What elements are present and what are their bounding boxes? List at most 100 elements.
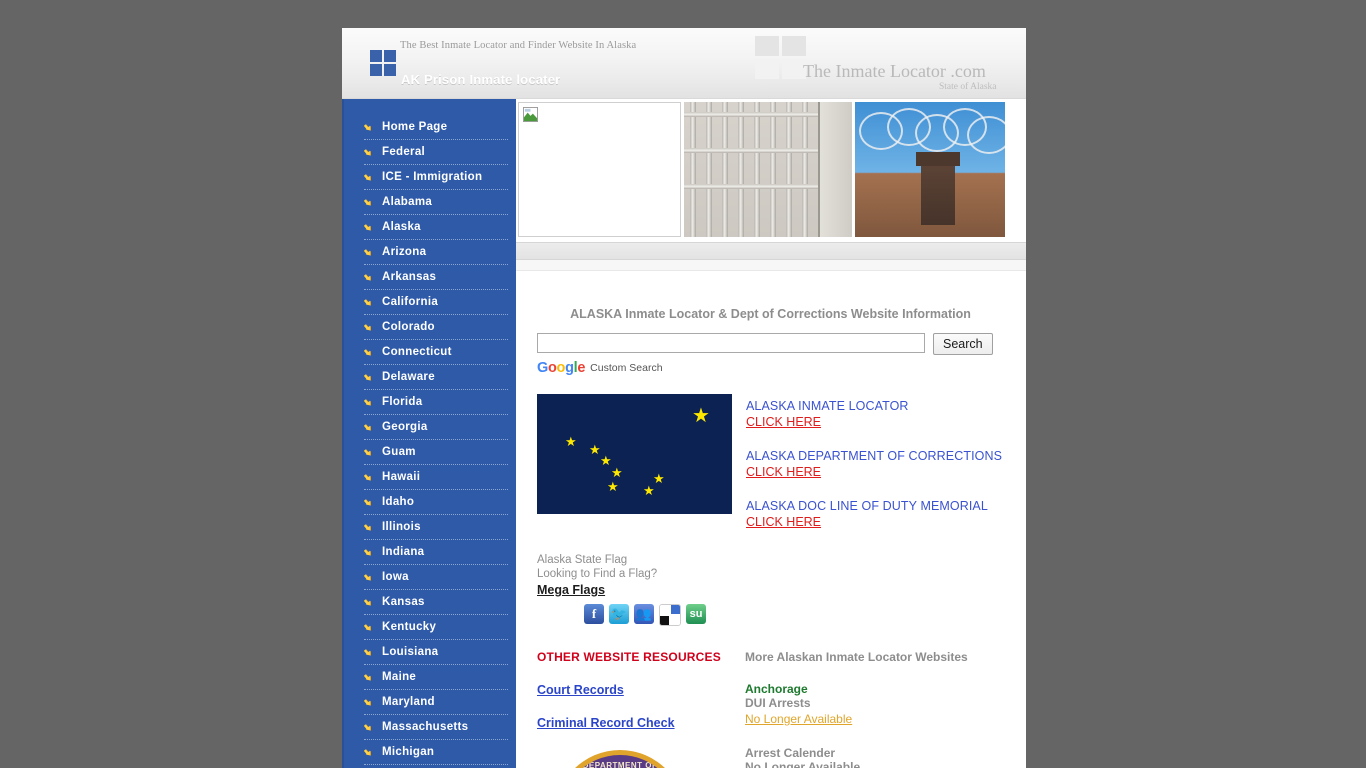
arrow-bullet-icon bbox=[364, 221, 376, 233]
sidebar-item-arkansas[interactable]: Arkansas bbox=[364, 265, 508, 290]
arrow-bullet-icon bbox=[364, 446, 376, 458]
banner-strip bbox=[516, 99, 1026, 241]
site-logo-grid-icon bbox=[370, 50, 396, 76]
cell-bars-graphic bbox=[684, 102, 852, 237]
link-title: ALASKA DOC LINE OF DUTY MEMORIAL bbox=[746, 499, 988, 513]
main-content: ALASKA Inmate Locator & Dept of Correcti… bbox=[516, 99, 1026, 768]
custom-search-label: Custom Search bbox=[590, 362, 663, 374]
search-row: Search bbox=[537, 333, 1026, 355]
sidebar-item-label: California bbox=[382, 296, 439, 308]
sidebar-item-maine[interactable]: Maine bbox=[364, 665, 508, 690]
watermark-grid-icon bbox=[755, 36, 807, 80]
sidebar-item-michigan[interactable]: Michigan bbox=[364, 740, 508, 765]
guard-tower-graphic bbox=[916, 152, 960, 226]
page-title: ALASKA Inmate Locator & Dept of Correcti… bbox=[570, 307, 971, 321]
sidebar-item-illinois[interactable]: Illinois bbox=[364, 515, 508, 540]
sidebar-item-colorado[interactable]: Colorado bbox=[364, 315, 508, 340]
sidebar-item-delaware[interactable]: Delaware bbox=[364, 365, 508, 390]
twitter-icon[interactable]: 🐦 bbox=[609, 604, 629, 624]
search-input[interactable] bbox=[537, 333, 925, 353]
more-sites-heading: More Alaskan Inmate Locator Websites bbox=[745, 650, 968, 664]
header-tagline: The Best Inmate Locator and Finder Websi… bbox=[400, 40, 637, 51]
sidebar-item-alaska[interactable]: Alaska bbox=[364, 215, 508, 240]
status-link[interactable]: No Longer Available bbox=[745, 712, 852, 726]
criminal-record-check-link[interactable]: Criminal Record Check bbox=[537, 716, 745, 730]
sidebar-item-massachusetts[interactable]: Massachusetts bbox=[364, 715, 508, 740]
sidebar-item-label: ICE - Immigration bbox=[382, 171, 483, 183]
sidebar-item-label: Illinois bbox=[382, 521, 421, 533]
sidebar-item-kansas[interactable]: Kansas bbox=[364, 590, 508, 615]
more-sites-column: More Alaskan Inmate Locator Websites Anc… bbox=[745, 650, 1005, 768]
arrow-bullet-icon bbox=[364, 671, 376, 683]
arrow-bullet-icon bbox=[364, 596, 376, 608]
sidebar-item-label: Arizona bbox=[382, 246, 427, 258]
google-logo-icon: Google bbox=[537, 360, 586, 376]
sidebar-item-label: Maine bbox=[382, 671, 417, 683]
nav-strip-secondary bbox=[516, 260, 1026, 271]
click-here-link[interactable]: CLICK HERE bbox=[746, 515, 821, 529]
link-block: ALASKA INMATE LOCATOR CLICK HERE bbox=[746, 399, 1002, 431]
sidebar-item-label: Maryland bbox=[382, 696, 435, 708]
click-here-link[interactable]: CLICK HERE bbox=[746, 415, 821, 429]
sidebar-item-kentucky[interactable]: Kentucky bbox=[364, 615, 508, 640]
search-button[interactable]: Search bbox=[933, 333, 993, 355]
delicious-icon[interactable] bbox=[659, 604, 681, 626]
watermark-title: The Inmate Locator .com bbox=[803, 61, 986, 81]
sidebar-item-iowa[interactable]: Iowa bbox=[364, 565, 508, 590]
link-title: ALASKA INMATE LOCATOR bbox=[746, 399, 909, 413]
arrow-bullet-icon bbox=[364, 496, 376, 508]
sidebar-item-louisiana[interactable]: Louisiana bbox=[364, 640, 508, 665]
sidebar-item-label: Kentucky bbox=[382, 621, 437, 633]
city-name: Anchorage bbox=[745, 682, 808, 696]
sidebar-item-idaho[interactable]: Idaho bbox=[364, 490, 508, 515]
mega-flags-link[interactable]: Mega Flags bbox=[537, 583, 605, 597]
resources-row: OTHER WEBSITE RESOURCES Court Records Cr… bbox=[537, 650, 1026, 768]
sidebar-item-home-page[interactable]: Home Page bbox=[364, 115, 508, 140]
record-type: DUI Arrests bbox=[745, 696, 811, 710]
more-sites-block: Anchorage DUI Arrests No Longer Availabl… bbox=[745, 682, 1005, 728]
sidebar-item-maryland[interactable]: Maryland bbox=[364, 690, 508, 715]
sidebar-item-label: Federal bbox=[382, 146, 426, 158]
external-links-column: ALASKA INMATE LOCATOR CLICK HERE ALASKA … bbox=[746, 394, 1002, 549]
arrow-bullet-icon bbox=[364, 521, 376, 533]
sidebar-item-label: Home Page bbox=[382, 121, 448, 133]
more-sites-block: Arrest Calender No Longer Available bbox=[745, 746, 1005, 768]
flag-and-links-row: ★ ★ ★ ★ ★ ★ ★ ★ ALASKA INMATE LOCATOR CL… bbox=[537, 394, 1026, 549]
facebook-icon[interactable]: f bbox=[584, 604, 604, 624]
arrow-bullet-icon bbox=[364, 396, 376, 408]
sidebar-item-georgia[interactable]: Georgia bbox=[364, 415, 508, 440]
sidebar-item-federal[interactable]: Federal bbox=[364, 140, 508, 165]
link-block: ALASKA DOC LINE OF DUTY MEMORIAL CLICK H… bbox=[746, 499, 1002, 531]
sidebar-item-arizona[interactable]: Arizona bbox=[364, 240, 508, 265]
court-records-link[interactable]: Court Records bbox=[537, 683, 745, 697]
sidebar-item-label: Kansas bbox=[382, 596, 425, 608]
sidebar-item-guam[interactable]: Guam bbox=[364, 440, 508, 465]
content-body: ALASKA Inmate Locator & Dept of Correcti… bbox=[516, 307, 1026, 768]
doc-patch-wrapper: DEPARTMENT OF CORRECTIONS ★ bbox=[553, 750, 745, 768]
sidebar-item-ice-immigration[interactable]: ICE - Immigration bbox=[364, 165, 508, 190]
site-page: The Best Inmate Locator and Finder Websi… bbox=[342, 28, 1026, 768]
header-site-title: AK Prison Inmate locater bbox=[401, 72, 561, 87]
stumbleupon-icon[interactable]: su bbox=[686, 604, 706, 624]
arrow-bullet-icon bbox=[364, 646, 376, 658]
arrow-bullet-icon bbox=[364, 471, 376, 483]
sidebar-item-label: Delaware bbox=[382, 371, 435, 383]
arrow-bullet-icon bbox=[364, 296, 376, 308]
sidebar-item-label: Alaska bbox=[382, 221, 421, 233]
google-custom-search-branding: Google Custom Search bbox=[537, 360, 1026, 376]
click-here-link[interactable]: CLICK HERE bbox=[746, 465, 821, 479]
sidebar-item-indiana[interactable]: Indiana bbox=[364, 540, 508, 565]
sidebar-item-label: Hawaii bbox=[382, 471, 421, 483]
sidebar-item-label: Michigan bbox=[382, 746, 435, 758]
body-wrapper: Home Page Federal ICE - Immigration Alabama… bbox=[342, 99, 1026, 768]
sidebar-item-connecticut[interactable]: Connecticut bbox=[364, 340, 508, 365]
sidebar-item-label: Idaho bbox=[382, 496, 415, 508]
sidebar-item-hawaii[interactable]: Hawaii bbox=[364, 465, 508, 490]
myspace-icon[interactable]: 👥 bbox=[634, 604, 654, 624]
sidebar-item-label: Massachusetts bbox=[382, 721, 469, 733]
sidebar-item-alabama[interactable]: Alabama bbox=[364, 190, 508, 215]
sidebar-item-florida[interactable]: Florida bbox=[364, 390, 508, 415]
sidebar-item-label: Iowa bbox=[382, 571, 409, 583]
social-share-row: f 🐦 👥 su bbox=[584, 604, 1026, 626]
sidebar-item-california[interactable]: California bbox=[364, 290, 508, 315]
